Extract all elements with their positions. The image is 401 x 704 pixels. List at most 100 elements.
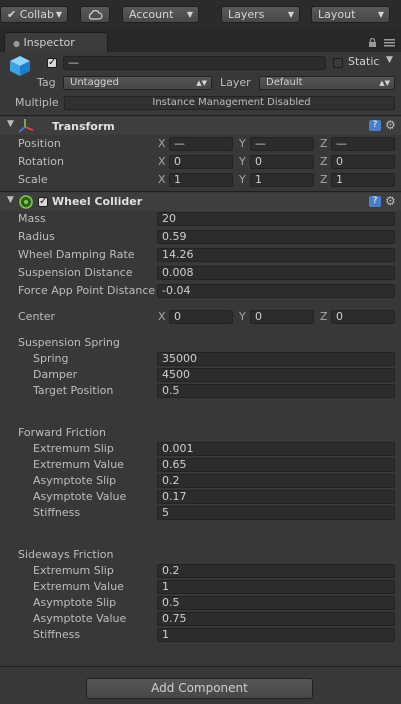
spring-property-field[interactable]: 4500 [157, 368, 395, 382]
forward-friction-heading: Forward Friction [18, 426, 106, 439]
forward-friction-property-field[interactable]: 5 [157, 506, 395, 520]
tab-bar: ● Inspector [0, 30, 401, 52]
tab-icon: ● [13, 39, 20, 48]
scale-z-field[interactable]: 1 [331, 173, 395, 187]
axis-z-label: Z [320, 137, 328, 150]
divider [0, 191, 401, 192]
sideways-friction-property-field[interactable]: 1 [157, 580, 395, 594]
static-label: Static [348, 55, 380, 68]
updown-arrow-icon: ▲▼ [196, 79, 207, 87]
center-y-field[interactable]: 0 [250, 310, 314, 324]
sideways-friction-property-label: Asymptote Value [33, 612, 127, 625]
wheel-property-label: Wheel Damping Rate [18, 248, 135, 261]
layer-label: Layer [220, 76, 251, 89]
forward-friction-property-field[interactable]: 0.65 [157, 458, 395, 472]
axis-y-label: Y [239, 173, 246, 186]
axis-x-label: X [158, 137, 166, 150]
spring-property-field[interactable]: 35000 [157, 352, 395, 366]
gear-icon[interactable]: ⚙ [385, 118, 396, 132]
chevron-down-icon: ▼ [186, 10, 193, 19]
wheel-property-field[interactable]: 14.26 [157, 248, 395, 262]
account-dropdown[interactable]: Account ▼ [122, 6, 199, 23]
scale-y-field[interactable]: 1 [250, 173, 314, 187]
axis-y-label: Y [239, 137, 246, 150]
layer-dropdown[interactable]: Default ▲▼ [259, 76, 395, 90]
checkmark-icon: ✔ [7, 8, 17, 21]
collab-button[interactable]: ✔ Collab ▼ [0, 6, 68, 23]
menu-icon[interactable] [384, 39, 395, 47]
axis-z-label: Z [320, 155, 328, 168]
cube-icon [10, 56, 30, 76]
scale-x-field[interactable]: 1 [169, 173, 233, 187]
wheel-collider-title: Wheel Collider [52, 195, 143, 208]
layers-label: Layers [228, 8, 265, 21]
sideways-friction-property-field[interactable]: 0.2 [157, 564, 395, 578]
cloud-button[interactable] [80, 6, 110, 23]
help-icon[interactable]: ? [369, 196, 381, 207]
transform-title: Transform [52, 120, 115, 133]
top-toolbar: ✔ Collab ▼ Account ▼ Layers ▼ Layout ▼ [0, 0, 401, 31]
layout-dropdown[interactable]: Layout ▼ [311, 6, 390, 23]
position-x-field[interactable]: — [169, 137, 233, 151]
axis-y-label: Y [239, 155, 246, 168]
lock-icon[interactable] [368, 38, 377, 47]
multiple-label: Multiple [15, 96, 59, 109]
gear-icon[interactable]: ⚙ [385, 194, 396, 208]
wheel-property-field[interactable]: 0.008 [157, 266, 395, 280]
center-z-field[interactable]: 0 [331, 310, 395, 324]
active-checkbox[interactable]: ✓ [47, 58, 57, 68]
cloud-icon [88, 10, 103, 20]
forward-friction-property-field[interactable]: 0.17 [157, 490, 395, 504]
tag-value: Untagged [70, 77, 119, 88]
wheel-property-label: Mass [18, 212, 46, 225]
chevron-down-icon[interactable]: ▼ [386, 55, 393, 65]
spring-property-label: Damper [33, 368, 78, 381]
sideways-friction-property-field[interactable]: 0.75 [157, 612, 395, 626]
axis-x-label: X [158, 310, 166, 323]
axis-x-label: X [158, 173, 166, 186]
transform-axes-icon [18, 119, 34, 133]
spring-property-field[interactable]: 0.5 [157, 384, 395, 398]
chevron-down-icon: ▼ [55, 10, 62, 19]
wheel-collider-enabled-checkbox[interactable]: ✓ [38, 197, 48, 207]
static-checkbox[interactable] [333, 58, 343, 68]
axis-z-label: Z [320, 310, 328, 323]
forward-friction-property-label: Extremum Slip [33, 442, 114, 455]
account-label: Account [129, 8, 174, 21]
wheel-property-field[interactable]: -0.04 [157, 284, 395, 298]
rotation-x-field[interactable]: 0 [169, 155, 233, 169]
add-component-button[interactable]: Add Component [86, 678, 313, 699]
expand-arrow-icon[interactable]: ▼ [7, 195, 14, 205]
forward-friction-property-field[interactable]: 0.001 [157, 442, 395, 456]
layers-dropdown[interactable]: Layers ▼ [221, 6, 300, 23]
rotation-y-field[interactable]: 0 [250, 155, 314, 169]
divider [0, 666, 401, 667]
sideways-friction-property-label: Asymptote Slip [33, 596, 117, 609]
scale-label: Scale [18, 173, 48, 186]
rotation-z-field[interactable]: 0 [331, 155, 395, 169]
forward-friction-property-label: Extremum Value [33, 458, 124, 471]
axis-x-label: X [158, 155, 166, 168]
center-x-field[interactable]: 0 [169, 310, 233, 324]
updown-arrow-icon: ▲▼ [379, 79, 390, 87]
sideways-friction-property-field[interactable]: 1 [157, 628, 395, 642]
tag-dropdown[interactable]: Untagged ▲▼ [63, 76, 212, 90]
tab-inspector[interactable]: ● Inspector [4, 32, 108, 52]
instance-management-field: Instance Management Disabled [64, 96, 395, 110]
wheel-property-field[interactable]: 20 [157, 212, 395, 226]
object-name-field[interactable]: — [63, 56, 326, 70]
wheel-property-label: Force App Point Distance [18, 284, 156, 297]
position-z-field[interactable]: — [331, 137, 395, 151]
position-y-field[interactable]: — [250, 137, 314, 151]
help-icon[interactable]: ? [369, 120, 381, 131]
wheel-property-field[interactable]: 0.59 [157, 230, 395, 244]
axis-z-label: Z [320, 173, 328, 186]
sideways-friction-heading: Sideways Friction [18, 548, 114, 561]
sideways-friction-property-label: Stiffness [33, 628, 81, 641]
divider [0, 115, 401, 116]
collab-label: Collab [19, 8, 54, 21]
sideways-friction-property-field[interactable]: 0.5 [157, 596, 395, 610]
chevron-down-icon: ▼ [377, 10, 384, 19]
forward-friction-property-field[interactable]: 0.2 [157, 474, 395, 488]
expand-arrow-icon[interactable]: ▼ [7, 119, 14, 129]
